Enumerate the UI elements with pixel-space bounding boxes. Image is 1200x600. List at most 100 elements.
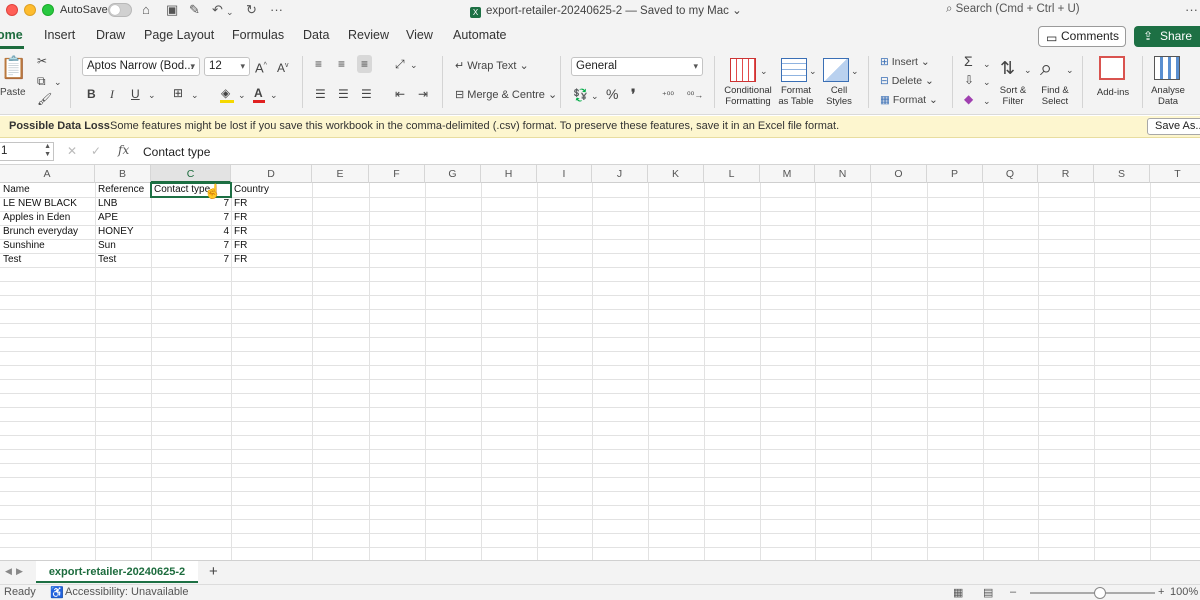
zoom-slider[interactable] xyxy=(1030,592,1155,594)
tab-home[interactable]: ome xyxy=(0,28,23,42)
column-header-e[interactable]: E xyxy=(312,165,369,183)
redo-icon[interactable]: ↻ xyxy=(246,2,257,18)
paste-label[interactable]: Paste xyxy=(0,86,26,100)
cell-a4[interactable]: Brunch everyday xyxy=(0,225,95,239)
fill-icon[interactable]: ⇩ xyxy=(964,73,974,87)
undo-icon[interactable]: ↶ xyxy=(212,2,223,18)
decrease-indent-icon[interactable]: ⇤ xyxy=(395,87,405,101)
number-format-select[interactable]: General ▾ xyxy=(571,57,703,76)
paste-icon[interactable]: 📋 xyxy=(0,56,27,80)
find-select-dropdown-icon[interactable]: ⌄ xyxy=(1066,63,1074,77)
font-color-icon[interactable]: A xyxy=(254,86,263,100)
column-header-r[interactable]: R xyxy=(1038,165,1094,183)
column-header-l[interactable]: L xyxy=(704,165,760,183)
find-select-icon[interactable]: ⌕ xyxy=(1040,56,1052,80)
analyse-data-icon[interactable] xyxy=(1154,56,1180,80)
cell-b1[interactable]: Reference xyxy=(95,183,151,197)
document-title[interactable]: Xexport-retailer-20240625-2 — Saved to m… xyxy=(470,3,742,18)
cell-c5[interactable]: 7 xyxy=(151,239,231,253)
add-sheet-icon[interactable]: + xyxy=(209,563,218,580)
cell-d5[interactable]: FR xyxy=(231,239,312,253)
increase-decimal-icon[interactable]: ⁺⁰⁰ xyxy=(662,88,674,102)
currency-icon[interactable]: 💱 xyxy=(573,88,588,102)
tab-automate[interactable]: Automate xyxy=(453,28,507,42)
cell-d3[interactable]: FR xyxy=(231,211,312,225)
normal-view-icon[interactable]: ▦ xyxy=(953,586,963,599)
comma-style-icon[interactable]: ❜ xyxy=(631,87,636,101)
cell-b2[interactable]: LNB xyxy=(95,197,151,211)
underline-dropdown-icon[interactable]: ⌄ xyxy=(148,88,156,102)
format-cells-button[interactable]: ▦ Format ⌄ xyxy=(880,93,938,107)
cell-d4[interactable]: FR xyxy=(231,225,312,239)
cell-d6[interactable]: FR xyxy=(231,253,312,267)
orientation-dropdown-icon[interactable]: ⌄ xyxy=(410,58,418,72)
conditional-formatting-dropdown-icon[interactable]: ⌄ xyxy=(760,64,768,78)
align-bottom-icon[interactable]: ≡ xyxy=(357,55,373,73)
undo-dropdown-icon[interactable]: ⌄ xyxy=(226,4,234,20)
zoom-out-icon[interactable]: – xyxy=(1010,586,1016,598)
tab-data[interactable]: Data xyxy=(303,28,329,42)
format-as-table-dropdown-icon[interactable]: ⌄ xyxy=(809,64,817,78)
merge-centre-button[interactable]: ⊟ Merge & Centre ⌄ xyxy=(455,88,557,102)
find-select-label[interactable]: Find & Select xyxy=(1036,85,1074,107)
column-header-t[interactable]: T xyxy=(1150,165,1200,183)
cell-a5[interactable]: Sunshine xyxy=(0,239,95,253)
align-right-icon[interactable]: ☰ xyxy=(361,87,372,101)
cell-a2[interactable]: LE NEW BLACK xyxy=(0,197,95,211)
tab-view[interactable]: View xyxy=(406,28,433,42)
align-left-icon[interactable]: ☰ xyxy=(315,87,326,101)
sort-filter-label[interactable]: Sort & Filter xyxy=(995,85,1031,107)
cell-b6[interactable]: Test xyxy=(95,253,151,267)
column-header-g[interactable]: G xyxy=(425,165,481,183)
underline-icon[interactable]: U xyxy=(131,87,140,101)
tab-page-layout[interactable]: Page Layout xyxy=(144,28,214,42)
fill-dropdown-icon[interactable]: ⌄ xyxy=(238,88,246,102)
cell-c6[interactable]: 7 xyxy=(151,253,231,267)
font-size-select[interactable]: 12 ▾ xyxy=(204,57,250,76)
save-icon[interactable]: ▣ xyxy=(166,2,178,18)
zoom-in-icon[interactable]: + xyxy=(1158,586,1164,598)
tab-draw[interactable]: Draw xyxy=(96,28,125,42)
clear-icon[interactable]: ◆ xyxy=(964,92,973,106)
decrease-font-icon[interactable]: Av xyxy=(277,59,289,75)
edit-icon[interactable]: ✎ xyxy=(189,2,200,18)
worksheet-grid[interactable]: Name Reference Contact type Country LE N… xyxy=(0,183,1200,560)
fill-color-icon[interactable]: ◈ xyxy=(221,86,230,100)
save-as-button[interactable]: Save As... xyxy=(1147,118,1200,135)
insert-cells-button[interactable]: ⊞ Insert ⌄ xyxy=(880,55,930,69)
font-name-select[interactable]: Aptos Narrow (Bod... ▾ xyxy=(82,57,200,76)
name-box-spinner-icon[interactable]: ▲ ▼ xyxy=(44,143,51,159)
autosum-dropdown-icon[interactable]: ⌄ xyxy=(983,57,991,71)
font-color-dropdown-icon[interactable]: ⌄ xyxy=(270,88,278,102)
autosum-icon[interactable]: Σ xyxy=(964,54,973,68)
more-icon[interactable]: ··· xyxy=(270,2,283,18)
column-header-q[interactable]: Q xyxy=(983,165,1038,183)
cell-styles-icon[interactable] xyxy=(823,58,849,82)
zoom-slider-thumb[interactable] xyxy=(1094,587,1106,599)
cancel-icon[interactable]: ✕ xyxy=(67,144,77,158)
column-header-k[interactable]: K xyxy=(648,165,704,183)
borders-icon[interactable]: ⊞ xyxy=(173,86,183,100)
cell-styles-label[interactable]: Cell Styles xyxy=(820,85,858,107)
borders-dropdown-icon[interactable]: ⌄ xyxy=(191,88,199,102)
column-header-s[interactable]: S xyxy=(1094,165,1150,183)
sheet-tab-export-retailer[interactable]: export-retailer-20240625-2 xyxy=(36,561,198,583)
cell-a6[interactable]: Test xyxy=(0,253,95,267)
tab-insert[interactable]: Insert xyxy=(44,28,75,42)
autosave-toggle[interactable] xyxy=(108,3,132,17)
cell-c4[interactable]: 4 xyxy=(151,225,231,239)
sheet-prev-icon[interactable]: ◀ xyxy=(5,566,12,577)
column-header-a[interactable]: A xyxy=(0,165,95,183)
cell-styles-dropdown-icon[interactable]: ⌄ xyxy=(851,64,859,78)
column-header-d[interactable]: D xyxy=(231,165,312,183)
cell-b3[interactable]: APE xyxy=(95,211,151,225)
sort-filter-dropdown-icon[interactable]: ⌄ xyxy=(1024,63,1032,77)
analyse-data-label[interactable]: Analyse Data xyxy=(1148,85,1188,107)
column-header-o[interactable]: O xyxy=(871,165,927,183)
sheet-next-icon[interactable]: ▶ xyxy=(16,566,23,577)
comments-button[interactable]: ▭ Comments xyxy=(1038,26,1126,47)
add-ins-icon[interactable] xyxy=(1099,56,1125,80)
column-header-b[interactable]: B xyxy=(95,165,151,183)
tab-formulas[interactable]: Formulas xyxy=(232,28,284,42)
column-header-p[interactable]: P xyxy=(927,165,983,183)
